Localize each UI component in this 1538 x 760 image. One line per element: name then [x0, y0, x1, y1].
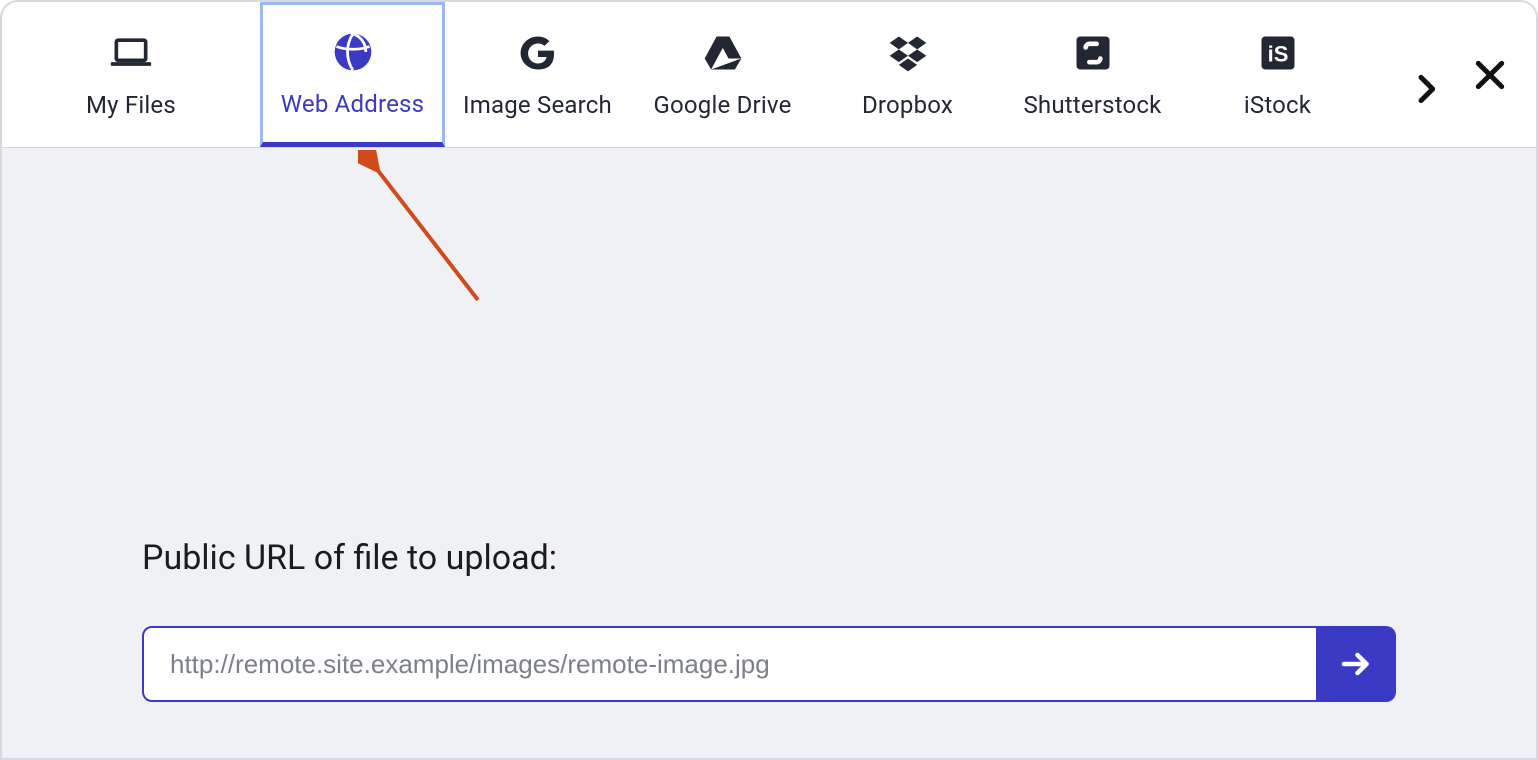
tab-label: Shutterstock: [1023, 91, 1161, 119]
tabbar-actions: [1398, 2, 1536, 147]
laptop-icon: [109, 31, 153, 75]
url-submit-button[interactable]: [1318, 626, 1396, 702]
tab-dropbox[interactable]: Dropbox: [815, 2, 1000, 147]
tab-my-files[interactable]: My Files: [2, 2, 260, 147]
istock-icon: iS: [1256, 31, 1300, 75]
url-input[interactable]: [142, 626, 1318, 702]
google-drive-icon: [701, 31, 745, 75]
tab-label: iStock: [1244, 91, 1311, 119]
shutterstock-icon: [1071, 31, 1115, 75]
close-icon: [1470, 55, 1510, 95]
close-button[interactable]: [1462, 47, 1518, 103]
google-g-icon: [516, 31, 560, 75]
tab-label: Web Address: [281, 90, 424, 118]
tab-label: Google Drive: [653, 91, 791, 119]
upload-dialog: My Files Web Address Image Search Google…: [0, 0, 1538, 760]
url-prompt-label: Public URL of file to upload:: [142, 538, 557, 578]
svg-text:iS: iS: [1267, 41, 1288, 66]
tabs-next-button[interactable]: [1398, 61, 1454, 117]
tab-image-search[interactable]: Image Search: [445, 2, 630, 147]
arrow-right-icon: [1338, 646, 1374, 682]
tab-label: Dropbox: [862, 91, 953, 119]
tab-label: My Files: [86, 91, 176, 119]
tab-shutterstock[interactable]: Shutterstock: [1000, 2, 1185, 147]
dialog-body: Public URL of file to upload:: [2, 148, 1536, 758]
globe-icon: [331, 30, 375, 74]
tab-web-address[interactable]: Web Address: [260, 2, 445, 147]
tab-istock[interactable]: iS iStock: [1185, 2, 1370, 147]
url-input-row: [142, 626, 1396, 702]
dropbox-icon: [886, 31, 930, 75]
tab-google-drive[interactable]: Google Drive: [630, 2, 815, 147]
chevron-right-icon: [1406, 69, 1446, 109]
tab-label: Image Search: [463, 91, 612, 119]
source-tabs: My Files Web Address Image Search Google…: [2, 2, 1536, 148]
